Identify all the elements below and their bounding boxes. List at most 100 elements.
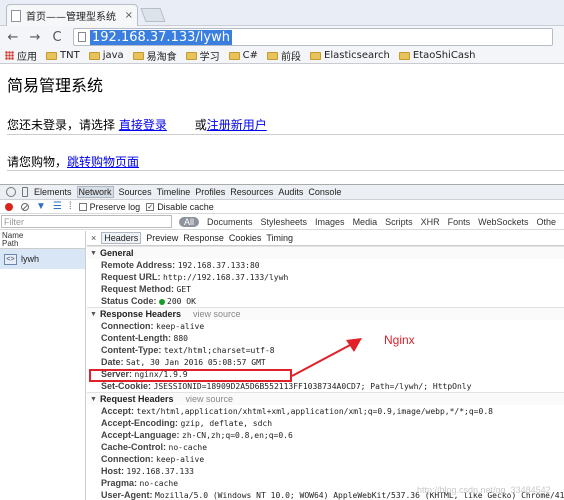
login-line: 您还未登录，请选择 直接登录 或注册新用户 [7, 116, 267, 133]
devtools-tab-console[interactable]: Console [308, 187, 341, 197]
forward-icon[interactable]: → [26, 30, 44, 45]
filter-type-media[interactable]: Media [353, 217, 378, 227]
tab-title: 首页——管理型系统 [26, 12, 116, 23]
filter-type-stylesheets[interactable]: Stylesheets [261, 217, 308, 227]
close-details-icon[interactable]: × [91, 233, 96, 243]
header-key: Request URL: [101, 272, 161, 282]
request-list: Name Path <> lywh [0, 231, 86, 500]
header-row: Cache-Control: no-cache [87, 441, 564, 453]
header-value: keep-alive [156, 322, 205, 331]
address-bar[interactable]: 192.168.37.133/lywh [73, 28, 553, 46]
detail-tab-response[interactable]: Response [183, 233, 224, 243]
bookmark-item[interactable]: 学习 [185, 48, 220, 63]
filter-type-websockets[interactable]: WebSockets [478, 217, 528, 227]
bookmarks-bar: 应用 TNT java 易淘食 学习 C# 前段 Elasticsearch EtaoShiCa… [0, 48, 564, 64]
folder-icon [228, 51, 240, 60]
filter-input[interactable]: Filter [1, 215, 172, 228]
header-key: Date: [101, 357, 124, 367]
filter-icon[interactable]: ▼ [36, 201, 46, 212]
detail-tab-preview[interactable]: Preview [146, 233, 178, 243]
register-link[interactable]: 注册新用户 [207, 118, 267, 132]
bookmark-label: 应用 [17, 52, 37, 63]
filter-type-documents[interactable]: Documents [207, 217, 253, 227]
server-highlight-box [89, 369, 292, 382]
filter-type-xhr[interactable]: XHR [421, 217, 440, 227]
url-text[interactable]: 192.168.37.133/lywh [90, 29, 232, 45]
devtools-tab-sources[interactable]: Sources [119, 187, 152, 197]
folder-icon [185, 51, 197, 60]
bookmark-label: 易淘食 [146, 52, 177, 63]
bookmark-item[interactable]: 易淘食 [132, 48, 177, 63]
nginx-annotation: Nginx [384, 333, 415, 347]
device-mode-icon[interactable] [22, 187, 28, 197]
bookmark-item[interactable]: TNT [46, 50, 80, 61]
bookmark-label: Elasticsearch [324, 50, 390, 61]
bookmark-item[interactable]: 前段 [267, 48, 301, 63]
header-row: Date: Sat, 30 Jan 2016 05:08:57 GMT [87, 356, 564, 368]
header-key: Status Code: [101, 296, 157, 306]
general-section-header[interactable]: ▼ General [87, 246, 564, 259]
header-row: Accept-Language: zh-CN,zh;q=0.8,en;q=0.6 [87, 429, 564, 441]
filter-type-fonts[interactable]: Fonts [448, 217, 471, 227]
header-value: 192.168.37.133 [126, 467, 194, 476]
preserve-log-label: Preserve log [89, 201, 141, 212]
header-row: Host: 192.168.37.133 [87, 465, 564, 477]
view-source-link[interactable]: view source [185, 394, 233, 404]
devtools-tab-timeline[interactable]: Timeline [157, 187, 191, 197]
header-value: no-cache [168, 443, 208, 452]
request-row[interactable]: <> lywh [0, 249, 85, 269]
request-headers-header[interactable]: ▼ Request Headers view source [87, 392, 564, 405]
record-icon[interactable] [5, 202, 13, 211]
request-list-header[interactable]: Name Path [0, 231, 85, 249]
header-value: no-cache [139, 479, 179, 488]
filter-type-scripts[interactable]: Scripts [385, 217, 413, 227]
reload-icon[interactable]: C [48, 30, 66, 45]
clear-icon[interactable] [21, 202, 29, 211]
view-source-link[interactable]: view source [193, 309, 241, 319]
devtools-tab-profiles[interactable]: Profiles [195, 187, 225, 197]
detail-tab-headers[interactable]: Headers [101, 232, 142, 244]
bookmark-item[interactable]: java [88, 50, 124, 61]
header-key: Cache-Control: [101, 442, 166, 452]
header-row: Request Method: GET [87, 283, 564, 295]
bookmark-label: EtaoShiCash [412, 50, 476, 61]
devtools-tab-elements[interactable]: Elements [34, 187, 72, 197]
bookmark-label: java [102, 50, 124, 61]
filter-row: Filter All Documents Stylesheets Images Medi… [0, 214, 564, 230]
detail-tab-cookies[interactable]: Cookies [229, 233, 262, 243]
header-row: Accept-Encoding: gzip, deflate, sdch [87, 417, 564, 429]
response-headers-header[interactable]: ▼ Response Headers view source [87, 307, 564, 320]
path-column-header[interactable]: Path [2, 240, 83, 248]
filter-type-images[interactable]: Images [315, 217, 345, 227]
back-icon[interactable]: ← [4, 30, 22, 45]
login-link[interactable]: 直接登录 [119, 118, 167, 132]
large-rows-icon[interactable]: ☰ [53, 201, 62, 212]
filter-type-othe[interactable]: Othe [536, 217, 556, 227]
shop-line: 请您购物，跳转购物页面 [7, 153, 139, 170]
shop-link[interactable]: 跳转购物页面 [67, 155, 139, 169]
preserve-log-checkbox[interactable] [78, 202, 87, 211]
bookmark-item[interactable]: EtaoShiCash [398, 50, 476, 61]
general-section: ▼ General Remote Address: 192.168.37.133… [87, 246, 564, 307]
inspect-icon[interactable] [6, 187, 16, 197]
devtools-tab-resources[interactable]: Resources [230, 187, 273, 197]
new-tab-button[interactable] [140, 8, 166, 22]
detail-tab-timing[interactable]: Timing [266, 233, 293, 243]
bookmark-item[interactable]: Elasticsearch [310, 50, 390, 61]
request-details: × Headers Preview Response Cookies Timing ▼ … [87, 231, 564, 500]
devtools-tab-network[interactable]: Network [76, 186, 114, 198]
header-value: text/html;charset=utf-8 [163, 346, 275, 355]
close-tab-icon[interactable]: × [125, 10, 133, 21]
header-row: Remote Address: 192.168.37.133:80 [87, 259, 564, 271]
network-panel: Name Path <> lywh × Headers Preview Respon… [0, 231, 564, 500]
devtools-tab-audits[interactable]: Audits [278, 187, 303, 197]
bookmark-item[interactable]: C# [228, 50, 258, 61]
browser-tab[interactable]: 首页——管理型系统 × [6, 4, 138, 26]
overview-icon[interactable]: ⁞ [69, 201, 72, 212]
section-title: General [99, 248, 134, 258]
section-title: Request Headers [99, 394, 174, 404]
header-key: Host: [101, 466, 124, 476]
filter-type-all[interactable]: All [178, 216, 199, 227]
disable-cache-checkbox[interactable]: ✓ [146, 202, 155, 211]
bookmark-item[interactable]: 应用 [5, 48, 37, 63]
